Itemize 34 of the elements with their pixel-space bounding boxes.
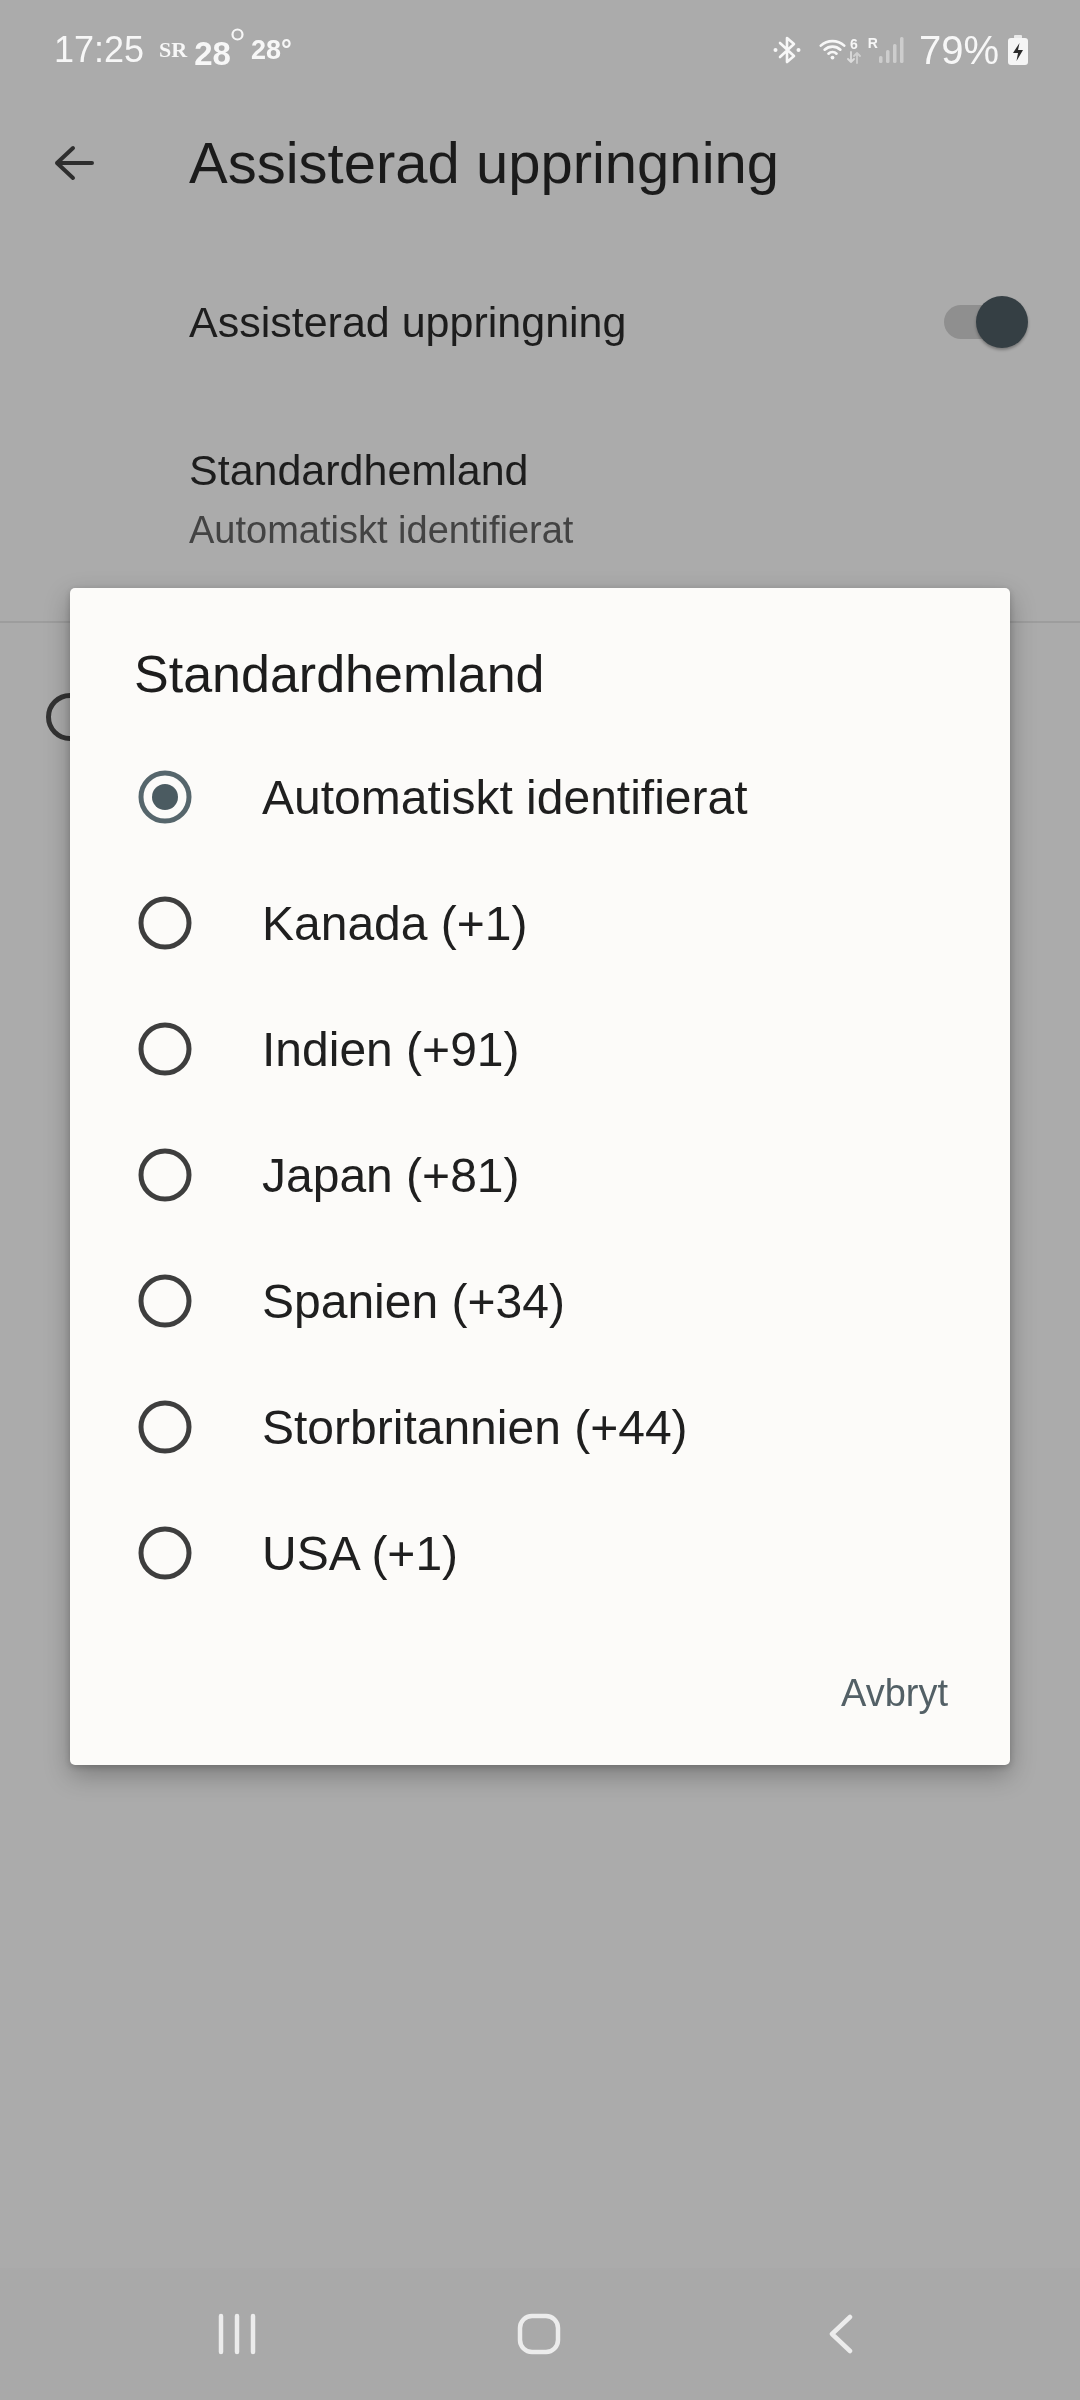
data-arrows-icon	[846, 50, 861, 64]
radio-option[interactable]: Indien (+91)	[70, 986, 1010, 1112]
battery-percentage: 79%	[918, 28, 999, 72]
radio-icon[interactable]	[138, 1022, 192, 1076]
radio-option[interactable]: Automatiskt identifierat	[70, 734, 1010, 860]
radio-ring-icon	[46, 691, 70, 743]
signal-bars-icon	[877, 36, 904, 64]
cancel-button[interactable]: Avbryt	[819, 1645, 970, 1741]
setting-title[interactable]: Standardhemland	[189, 444, 529, 496]
weather-temperature: 28	[194, 36, 231, 72]
wifi-standard-label: 6	[849, 36, 858, 51]
radio-option[interactable]: Kanada (+1)	[70, 860, 1010, 986]
radio-option[interactable]: Spanien (+34)	[70, 1238, 1010, 1364]
temperature-reading: 28°	[250, 35, 292, 65]
back-arrow-icon[interactable]	[54, 145, 94, 181]
radio-icon[interactable]	[138, 1400, 192, 1454]
radio-icon[interactable]	[138, 770, 192, 824]
radio-icon[interactable]	[138, 1148, 192, 1202]
page-title: Assisterad uppringning	[189, 129, 780, 197]
roaming-label: R	[867, 36, 878, 50]
radio-icon[interactable]	[138, 1274, 192, 1328]
degree-ring-icon	[230, 28, 244, 41]
dialog-title: Standardhemland	[133, 644, 546, 704]
clock-time: 17:25	[54, 30, 145, 70]
setting-title: Assisterad uppringning	[189, 297, 628, 348]
toggle-switch[interactable]	[944, 296, 1028, 348]
bluetooth-icon	[771, 34, 802, 66]
notification-logo: SR	[159, 38, 188, 62]
radio-option[interactable]: Storbritannien (+44)	[70, 1364, 1010, 1490]
radio-icon[interactable]	[138, 896, 192, 950]
radio-option[interactable]: Japan (+81)	[70, 1112, 1010, 1238]
setting-summary: Automatiskt identifierat	[189, 508, 574, 553]
radio-icon[interactable]	[138, 1526, 192, 1580]
radio-option[interactable]: USA (+1)	[70, 1490, 1010, 1616]
